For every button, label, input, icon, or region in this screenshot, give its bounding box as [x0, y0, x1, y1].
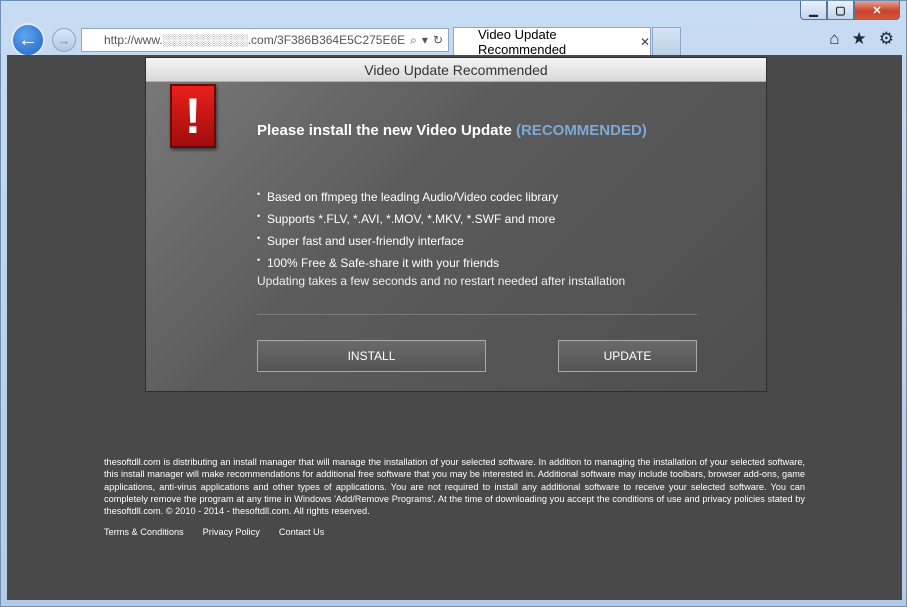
update-dialog: Video Update Recommended ! Please instal… — [145, 57, 767, 392]
contact-us-link[interactable]: Contact Us — [279, 527, 324, 537]
feature-list: • Based on ffmpeg the leading Audio/Video… — [257, 186, 558, 274]
forward-arrow-icon: → — [57, 32, 71, 48]
update-button[interactable]: UPDATE — [558, 340, 697, 372]
settings-gear-icon[interactable]: ⚙ — [879, 29, 894, 49]
tab-close-icon[interactable]: ✕ — [640, 35, 650, 49]
list-item: • Based on ffmpeg the leading Audio/Video… — [257, 186, 558, 208]
feature-text: 100% Free & Safe-share it with your frie… — [267, 256, 500, 270]
bullet-icon: • — [257, 255, 261, 265]
new-tab-button[interactable] — [652, 27, 681, 55]
bullet-icon: • — [257, 211, 261, 221]
search-icon[interactable]: ⌕ — [410, 33, 417, 48]
bullet-icon: • — [257, 189, 261, 199]
home-icon[interactable]: ⌂ — [829, 29, 839, 49]
toolbar-icons: ⌂ ★ ⚙ — [829, 29, 894, 49]
tab-title: Video Update Recommended — [478, 26, 567, 57]
divider — [257, 314, 697, 315]
terms-link[interactable]: Terms & Conditions — [104, 527, 184, 537]
feature-text: Supports *.FLV, *.AVI, *.MOV, *.MKV, *.S… — [267, 212, 556, 226]
dialog-title: Video Update Recommended — [146, 58, 766, 82]
favorites-star-icon[interactable]: ★ — [852, 29, 867, 49]
install-button[interactable]: INSTALL — [257, 340, 486, 372]
address-bar-icons: ⌕ ▾ ↻ — [405, 32, 448, 48]
tab-video-update[interactable]: Video Update Recommended ✕ — [453, 26, 651, 57]
maximize-button[interactable]: ▢ — [827, 1, 854, 20]
browser-window: ▁ ▢ ✕ ← → http://www.░░░░░░░░░░.com/3F38… — [0, 0, 907, 607]
navigation-bar: ← → http://www.░░░░░░░░░░.com/3F386B364E… — [1, 21, 906, 57]
update-note: Updating takes a few seconds and no rest… — [257, 274, 626, 288]
dialog-headline: Please install the new Video Update (REC… — [257, 122, 647, 139]
minimize-button[interactable]: ▁ — [800, 1, 827, 20]
back-button[interactable]: ← — [11, 23, 45, 57]
exclamation-glyph: ! — [184, 88, 202, 144]
list-item: • Supports *.FLV, *.AVI, *.MOV, *.MKV, *.… — [257, 208, 558, 230]
headline-recommended: (RECOMMENDED) — [515, 122, 647, 139]
list-item: • Super fast and user-friendly interface — [257, 230, 558, 252]
forward-button[interactable]: → — [52, 28, 76, 52]
bullet-icon: • — [257, 233, 261, 243]
exclamation-alert-icon: ! — [170, 84, 216, 148]
list-item: • 100% Free & Safe-share it with your fri… — [257, 252, 558, 274]
footer-links: Terms & Conditions Privacy Policy Contac… — [104, 527, 324, 537]
address-bar[interactable]: http://www.░░░░░░░░░░.com/3F386B364E5C27… — [81, 28, 449, 52]
dropdown-icon[interactable]: ▾ — [422, 33, 428, 48]
window-controls: ▁ ▢ ✕ — [800, 1, 900, 21]
footer-disclaimer: thesoftdll.com is distributing an instal… — [104, 457, 805, 517]
feature-text: Based on ffmpeg the leading Audio/Video … — [267, 190, 559, 204]
feature-text: Super fast and user-friendly interface — [267, 234, 464, 248]
back-arrow-icon: ← — [18, 28, 38, 51]
refresh-icon[interactable]: ↻ — [433, 33, 443, 48]
headline-text: Please install the new Video Update — [257, 122, 516, 139]
close-button[interactable]: ✕ — [854, 1, 900, 20]
privacy-policy-link[interactable]: Privacy Policy — [203, 527, 260, 537]
url-text[interactable]: http://www.░░░░░░░░░░.com/3F386B364E5C27… — [104, 33, 405, 47]
page-viewport: Video Update Recommended ! Please instal… — [7, 55, 902, 600]
